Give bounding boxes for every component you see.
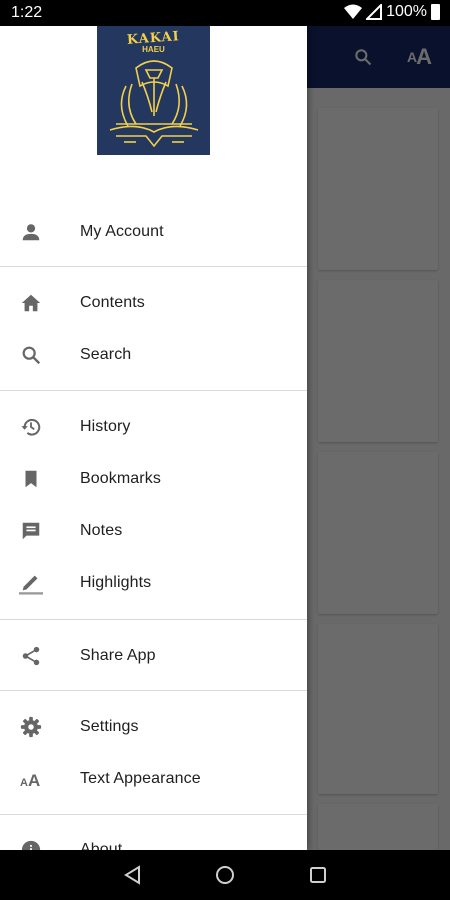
divider [0, 390, 307, 391]
menu-item-history[interactable]: History [0, 401, 307, 453]
menu-label: Notes [80, 522, 123, 539]
history-icon [19, 415, 43, 439]
menu-item-contents[interactable]: Contents [0, 277, 307, 329]
menu-item-notes[interactable]: Notes [0, 505, 307, 557]
menu-item-highlights[interactable]: Highlights [0, 557, 307, 609]
note-icon [19, 519, 43, 543]
home-icon [19, 291, 43, 315]
menu-item-text-appearance[interactable]: AA Text Appearance [0, 753, 307, 805]
text-size-icon: AA [19, 767, 43, 791]
menu-item-my-account[interactable]: My Account [0, 206, 307, 258]
menu-label: Contents [80, 294, 145, 311]
cover-emblem [109, 60, 198, 148]
share-icon [19, 644, 43, 668]
cover-title: KAKAI [126, 29, 181, 48]
battery-percent: 100% [386, 3, 427, 20]
status-bar: 1:22 100% [0, 0, 450, 26]
status-time: 1:22 [11, 4, 43, 21]
menu-item-share-app[interactable]: Share App [0, 630, 307, 682]
menu-label: History [80, 418, 131, 435]
book-cover-logo: KAKAI HAEU [97, 17, 210, 155]
gear-icon [19, 715, 43, 739]
menu-label: My Account [80, 223, 164, 240]
battery-icon [431, 4, 440, 20]
back-icon[interactable] [121, 863, 145, 887]
divider [0, 814, 307, 815]
person-icon [19, 220, 43, 244]
menu-label: Text Appearance [80, 770, 201, 787]
signal-icon [366, 4, 383, 20]
menu-item-bookmarks[interactable]: Bookmarks [0, 453, 307, 505]
menu-label: Share App [80, 647, 156, 664]
divider [0, 266, 307, 267]
home-button-icon[interactable] [213, 863, 237, 887]
search-icon [19, 343, 43, 367]
wifi-icon [344, 4, 363, 19]
navigation-drawer: KAKAI HAEU My Account Contents Search Hi… [0, 0, 307, 850]
menu-item-search[interactable]: Search [0, 329, 307, 381]
menu-item-settings[interactable]: Settings [0, 701, 307, 753]
menu-label: Bookmarks [80, 470, 161, 487]
system-nav-bar [0, 850, 450, 900]
menu-label: Highlights [80, 574, 152, 591]
recents-icon[interactable] [306, 863, 330, 887]
menu-label: Search [80, 346, 132, 363]
menu-label: About [80, 841, 123, 850]
divider [0, 619, 307, 620]
svg-text:A: A [28, 771, 40, 790]
highlight-icon [19, 571, 43, 595]
info-icon [19, 838, 43, 850]
bookmark-icon [19, 467, 43, 491]
svg-text:A: A [20, 777, 28, 789]
menu-item-about[interactable]: About [0, 824, 307, 850]
menu-label: Settings [80, 718, 139, 735]
divider [0, 690, 307, 691]
